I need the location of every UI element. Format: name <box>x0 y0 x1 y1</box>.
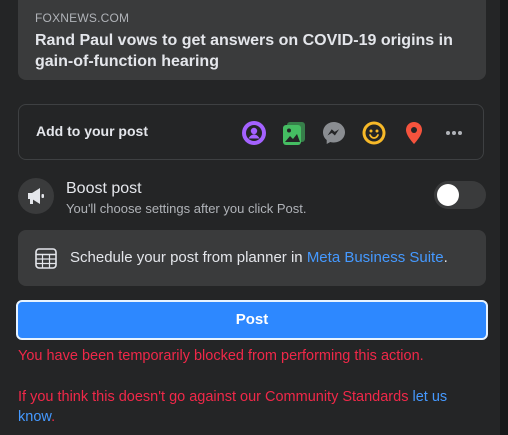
megaphone-icon <box>18 178 54 214</box>
boost-post-title: Boost post <box>66 180 142 197</box>
post-button[interactable]: Post <box>16 300 488 340</box>
boost-post-row: Boost post You'll choose settings after … <box>18 177 486 217</box>
tag-people-icon[interactable] <box>239 119 269 147</box>
schedule-text-suffix: . <box>443 249 448 266</box>
check-in-location-icon[interactable] <box>399 119 429 147</box>
link-preview-title: Rand Paul vows to get answers on COVID-1… <box>35 32 453 70</box>
photo-video-icon[interactable] <box>279 119 309 147</box>
create-post-dialog: FOXNEWS.COM Rand Paul vows to get answer… <box>0 0 500 435</box>
appeal-message: If you think this doesn't go against our… <box>18 387 488 427</box>
boost-post-subtitle: You'll choose settings after you click P… <box>66 201 307 216</box>
link-preview-card[interactable]: FOXNEWS.COM Rand Paul vows to get answer… <box>18 0 486 80</box>
appeal-suffix: . <box>51 409 56 425</box>
toggle-knob <box>437 184 459 206</box>
schedule-post-banner: Schedule your post from planner in Meta … <box>18 230 486 286</box>
feeling-emoji-icon[interactable] <box>359 119 389 147</box>
messenger-icon[interactable] <box>319 119 349 147</box>
link-preview-domain: FOXNEWS.COM <box>35 11 130 25</box>
boost-post-toggle[interactable] <box>434 181 486 209</box>
blocked-error-message: You have been temporarily blocked from p… <box>18 348 424 364</box>
appeal-text: If you think this doesn't go against our… <box>18 389 413 405</box>
add-to-post-icons <box>239 119 469 147</box>
add-to-post-label: Add to your post <box>36 123 148 139</box>
meta-business-suite-link[interactable]: Meta Business Suite <box>307 249 444 266</box>
add-to-post-bar: Add to your post <box>18 104 484 160</box>
calendar-grid-icon <box>34 246 58 270</box>
schedule-text: Schedule your post from planner in Meta … <box>70 249 448 266</box>
more-options-icon[interactable] <box>439 119 469 147</box>
schedule-text-prefix: Schedule your post from planner in <box>70 249 307 266</box>
